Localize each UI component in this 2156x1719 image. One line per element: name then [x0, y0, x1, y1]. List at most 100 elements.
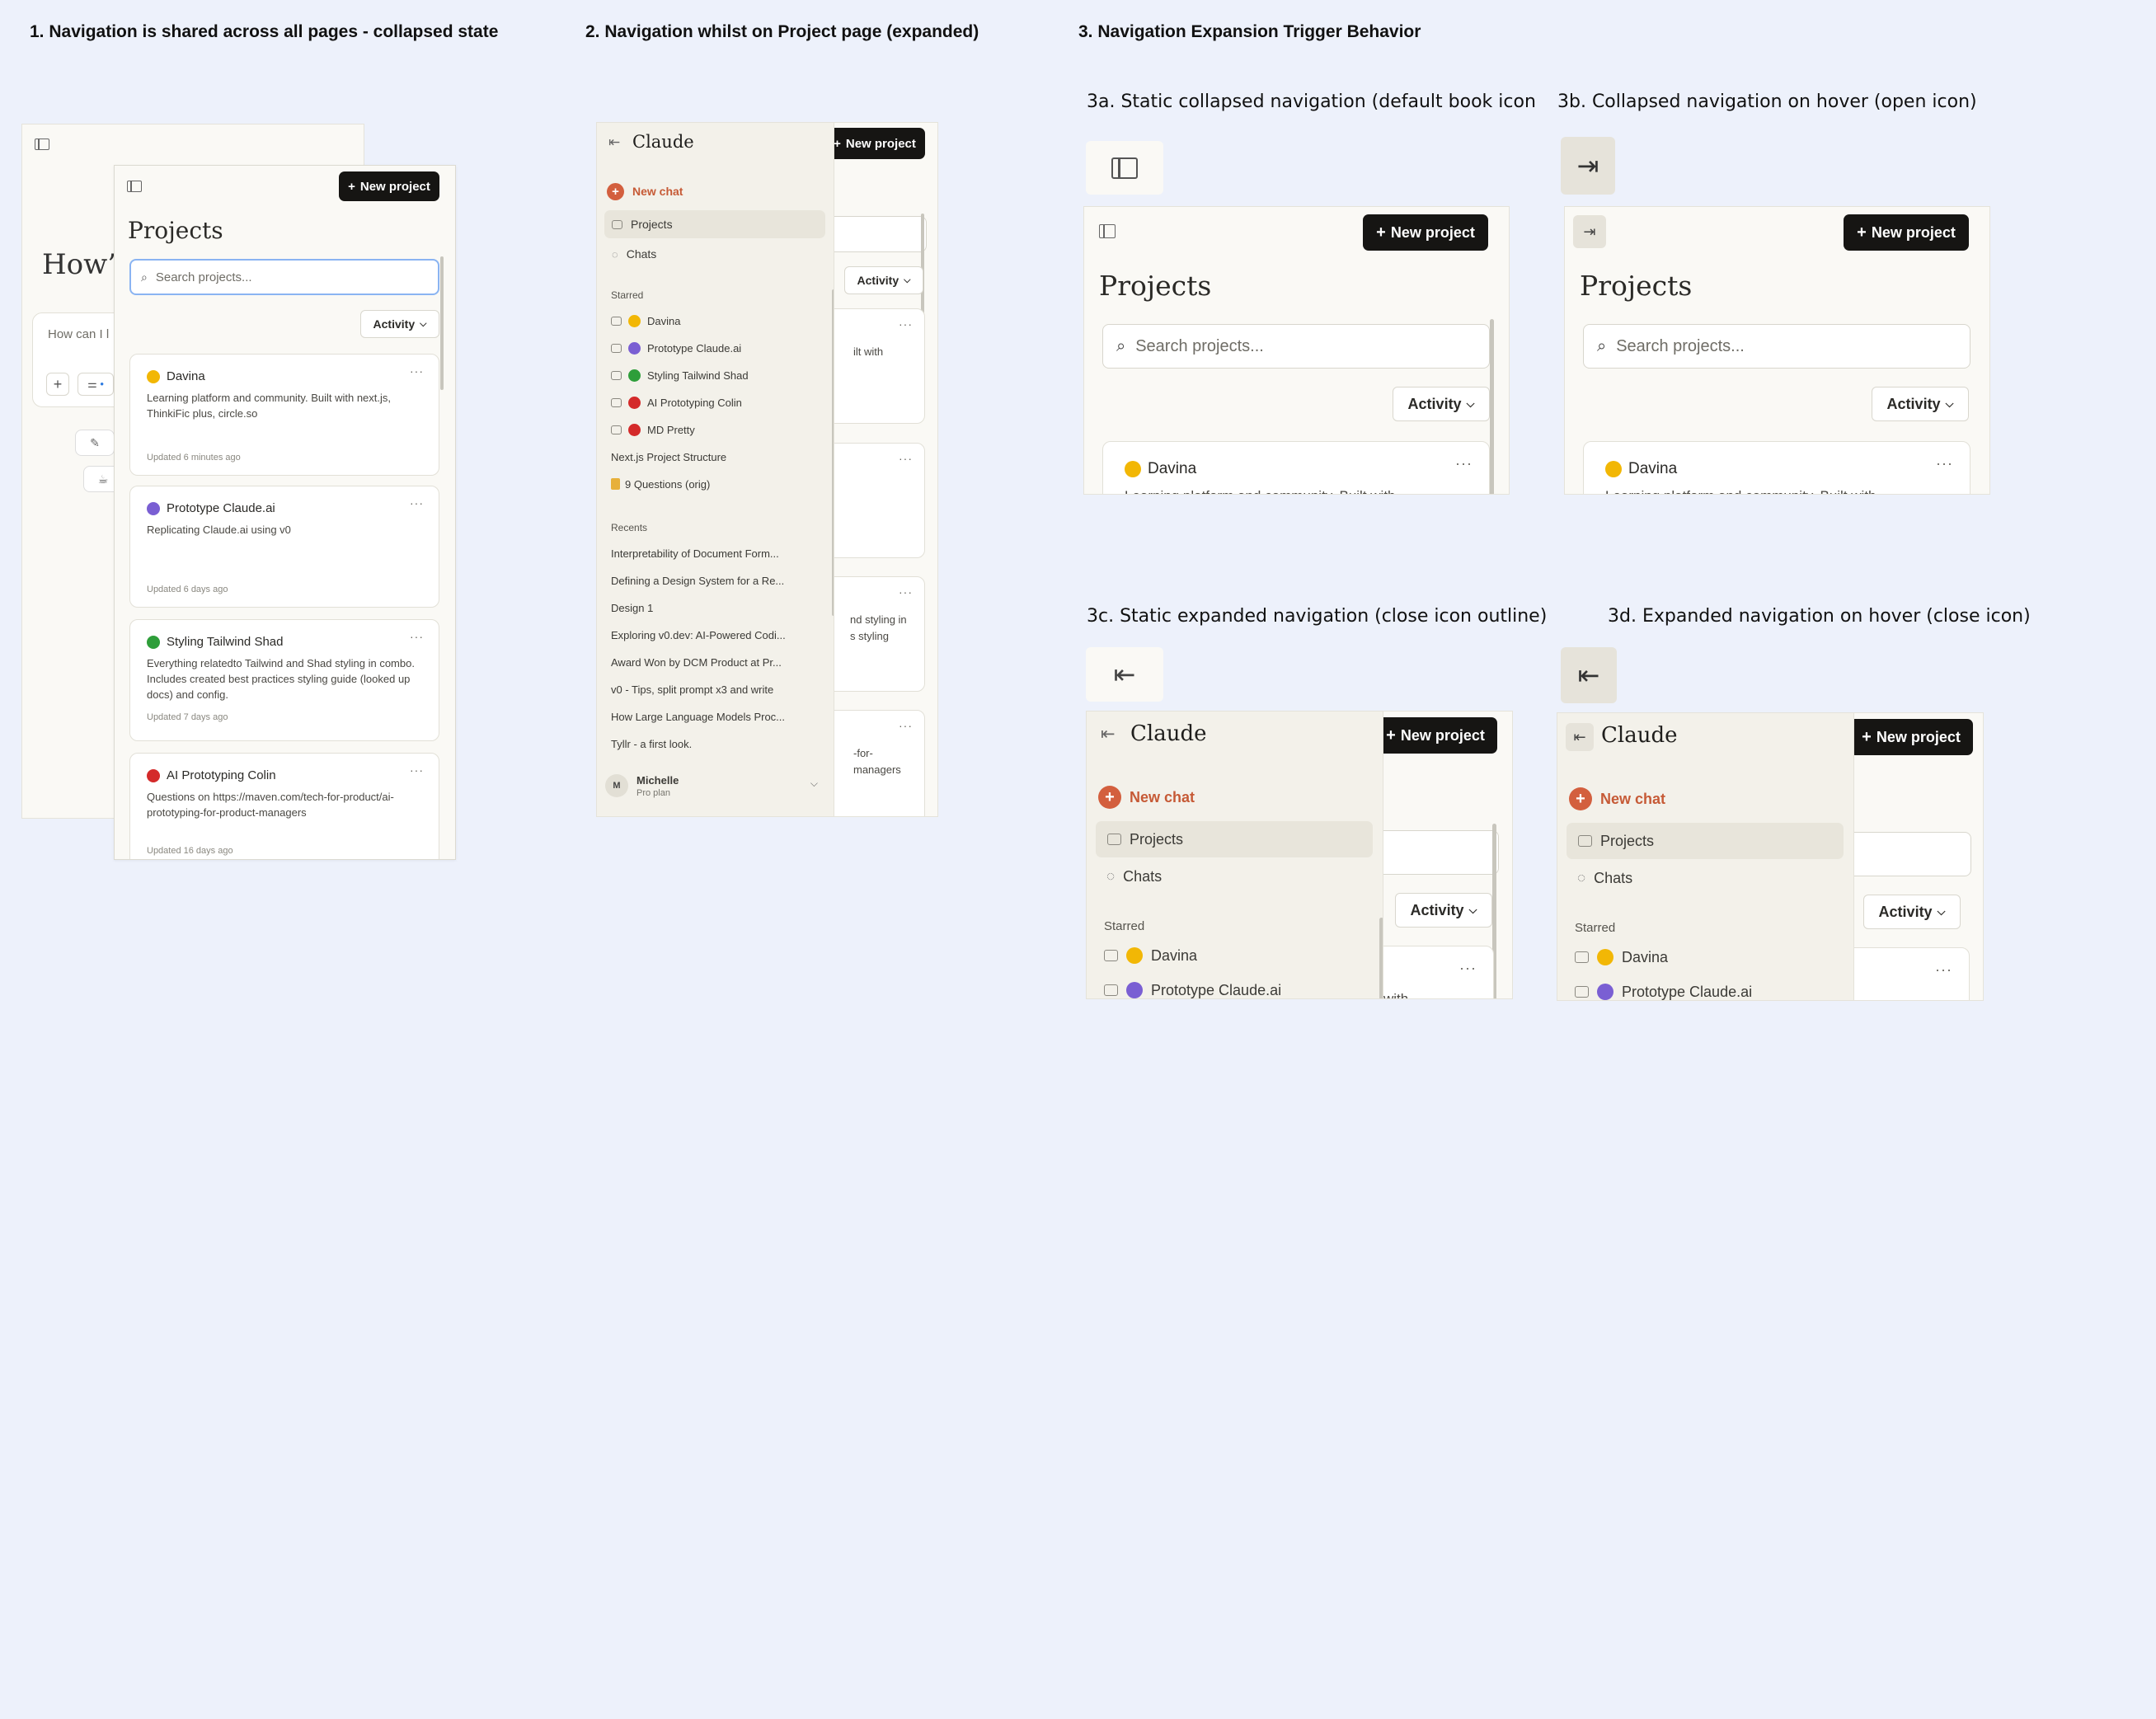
project-card[interactable]: ··· -for- managers: [820, 710, 925, 816]
open-icon-enlarged[interactable]: ⇥: [1561, 137, 1615, 195]
user-name: Michelle: [636, 773, 679, 787]
starred-item[interactable]: Prototype Claude.ai: [1104, 977, 1368, 998]
project-card[interactable]: Prototype Claude.ai ··· Replicating Clau…: [129, 486, 439, 608]
project-card[interactable]: ··· nd styling in s styling: [820, 576, 925, 692]
projects-page-collapsed-3a: + New project Projects ⌕ Search projects.…: [1083, 206, 1510, 495]
nav-item-chats[interactable]: ◌ Chats: [1106, 860, 1370, 893]
plus-icon: +: [1862, 727, 1872, 746]
nav-item-chats[interactable]: ◌ Chats: [612, 242, 818, 266]
chevron-down-icon: ⌵: [904, 275, 911, 285]
more-options-icon[interactable]: ···: [1935, 961, 1952, 979]
plus-icon: +: [1857, 223, 1867, 242]
more-options-icon[interactable]: ···: [410, 364, 424, 378]
project-card[interactable]: Davina ··· Learning platform and communi…: [1102, 441, 1490, 494]
add-attachment-icon[interactable]: +: [46, 373, 69, 396]
new-project-button[interactable]: + New project: [1374, 717, 1497, 754]
new-chat-button[interactable]: + New chat: [1569, 784, 1833, 814]
activity-sort-dropdown[interactable]: Activity ⌵: [1393, 387, 1490, 421]
chat-icon: [1575, 986, 1589, 998]
user-menu[interactable]: M Michelle Pro plan ⌵: [605, 769, 828, 802]
more-options-icon[interactable]: ···: [899, 719, 913, 732]
starred-item[interactable]: Prototype Claude.ai: [611, 337, 821, 359]
section-3c-heading: 3c. Static expanded navigation (close ic…: [1087, 606, 1548, 627]
new-project-button[interactable]: + New project: [1363, 214, 1488, 251]
open-sidebar-button[interactable]: ⇥: [1573, 215, 1606, 248]
recent-chat-item[interactable]: Design 1: [611, 597, 824, 618]
starred-item[interactable]: Prototype Claude.ai: [1575, 979, 1839, 1000]
brand-logo: Claude: [632, 132, 694, 152]
project-emoji-icon: [628, 423, 641, 436]
folder-icon: [612, 219, 622, 229]
more-options-icon[interactable]: ···: [1936, 455, 1953, 472]
project-card[interactable]: ··· ilt with: [1367, 946, 1494, 998]
more-options-icon[interactable]: ···: [410, 630, 424, 643]
project-card[interactable]: Styling Tailwind Shad ··· Everything rel…: [129, 619, 439, 741]
new-chat-button[interactable]: + New chat: [1098, 782, 1362, 812]
more-options-icon[interactable]: ···: [899, 452, 913, 465]
recent-chat-item[interactable]: How Large Language Models Proc...: [611, 706, 824, 727]
book-icon-enlarged[interactable]: [1086, 141, 1163, 195]
activity-sort-dropdown[interactable]: Activity ⌵: [1395, 893, 1492, 928]
recent-chat-item[interactable]: v0 - Tips, split prompt x3 and write: [611, 679, 824, 700]
recent-chat-item[interactable]: Award Won by DCM Product at Pr...: [611, 651, 824, 673]
pencil-icon[interactable]: ✎: [75, 430, 115, 456]
starred-item[interactable]: Davina: [611, 310, 821, 331]
close-icon-outline-enlarged[interactable]: ⇤: [1086, 647, 1163, 702]
more-options-icon[interactable]: ···: [1459, 960, 1477, 977]
starred-item[interactable]: Davina: [1575, 944, 1839, 970]
close-sidebar-button[interactable]: ⇤: [1566, 723, 1594, 751]
chevron-down-icon: ⌵: [420, 318, 427, 329]
tools-icon[interactable]: ⚌ •: [78, 373, 114, 396]
project-card[interactable]: ···: [820, 443, 925, 558]
search-input[interactable]: ⌕ Search projects...: [1583, 324, 1970, 369]
new-chat-button[interactable]: + New chat: [607, 179, 821, 204]
more-options-icon[interactable]: ···: [1455, 455, 1473, 472]
new-project-button[interactable]: + New project: [824, 128, 925, 159]
nav-item-projects[interactable]: Projects: [1096, 821, 1373, 857]
recent-chat-item[interactable]: Defining a Design System for a Re...: [611, 570, 824, 591]
more-options-icon[interactable]: ···: [410, 763, 424, 777]
chevron-down-icon: ⌵: [1945, 397, 1954, 410]
new-project-button[interactable]: + New project: [339, 171, 439, 201]
new-project-button[interactable]: + New project: [1849, 719, 1973, 755]
close-sidebar-icon[interactable]: ⇤: [608, 134, 620, 151]
more-options-icon[interactable]: ···: [899, 585, 913, 599]
nav-item-projects[interactable]: Projects: [1567, 823, 1844, 859]
recent-chat-item[interactable]: Exploring v0.dev: AI-Powered Codi...: [611, 624, 824, 646]
nav-item-projects[interactable]: Projects: [604, 210, 825, 238]
project-card[interactable]: AI Prototyping Colin ··· Questions on ht…: [129, 753, 439, 859]
more-options-icon[interactable]: ···: [899, 317, 913, 331]
project-card[interactable]: Davina ··· Learning platform and communi…: [129, 354, 439, 476]
starred-item[interactable]: AI Prototyping Colin: [611, 392, 821, 413]
activity-sort-dropdown[interactable]: Activity ⌵: [360, 310, 439, 338]
search-input[interactable]: ⌕ Search projects...: [129, 259, 439, 295]
starred-item[interactable]: Next.js Project Structure: [611, 446, 821, 467]
starred-item[interactable]: 9 Questions (orig): [611, 473, 821, 495]
starred-item[interactable]: MD Pretty: [611, 419, 821, 440]
close-sidebar-icon: ⇤: [1573, 728, 1586, 745]
sidebar-book-icon[interactable]: [1099, 224, 1116, 238]
more-options-icon[interactable]: ···: [410, 496, 424, 510]
nav-item-chats[interactable]: ◌ Chats: [1577, 862, 1841, 895]
scrollbar[interactable]: [832, 289, 834, 616]
activity-sort-dropdown[interactable]: Activity ⌵: [844, 266, 923, 294]
sidebar-book-icon[interactable]: [35, 139, 49, 150]
activity-sort-dropdown[interactable]: Activity ⌵: [1863, 895, 1961, 929]
scrollbar[interactable]: [1379, 918, 1383, 998]
scrollbar[interactable]: [1490, 319, 1494, 494]
search-input[interactable]: ⌕ Search projects...: [1102, 324, 1490, 369]
scrollbar[interactable]: [440, 256, 444, 390]
starred-item[interactable]: Styling Tailwind Shad: [611, 364, 821, 386]
recent-chat-item[interactable]: Tyllr - a first look.: [611, 733, 824, 754]
project-card[interactable]: ··· ···: [1838, 947, 1970, 1000]
close-sidebar-icon[interactable]: ⇤: [1101, 724, 1116, 744]
activity-sort-dropdown[interactable]: Activity ⌵: [1872, 387, 1969, 421]
starred-item[interactable]: Davina: [1104, 942, 1368, 969]
recent-chat-item[interactable]: Interpretability of Document Form...: [611, 542, 824, 564]
starred-label: Starred: [1104, 919, 1145, 933]
project-card[interactable]: ··· ilt with: [820, 308, 925, 424]
project-card[interactable]: Davina ··· Learning platform and communi…: [1583, 441, 1970, 494]
close-icon-hover-enlarged[interactable]: ⇤: [1561, 647, 1617, 703]
new-project-button[interactable]: + New project: [1844, 214, 1969, 251]
sidebar-book-icon[interactable]: [127, 181, 142, 192]
